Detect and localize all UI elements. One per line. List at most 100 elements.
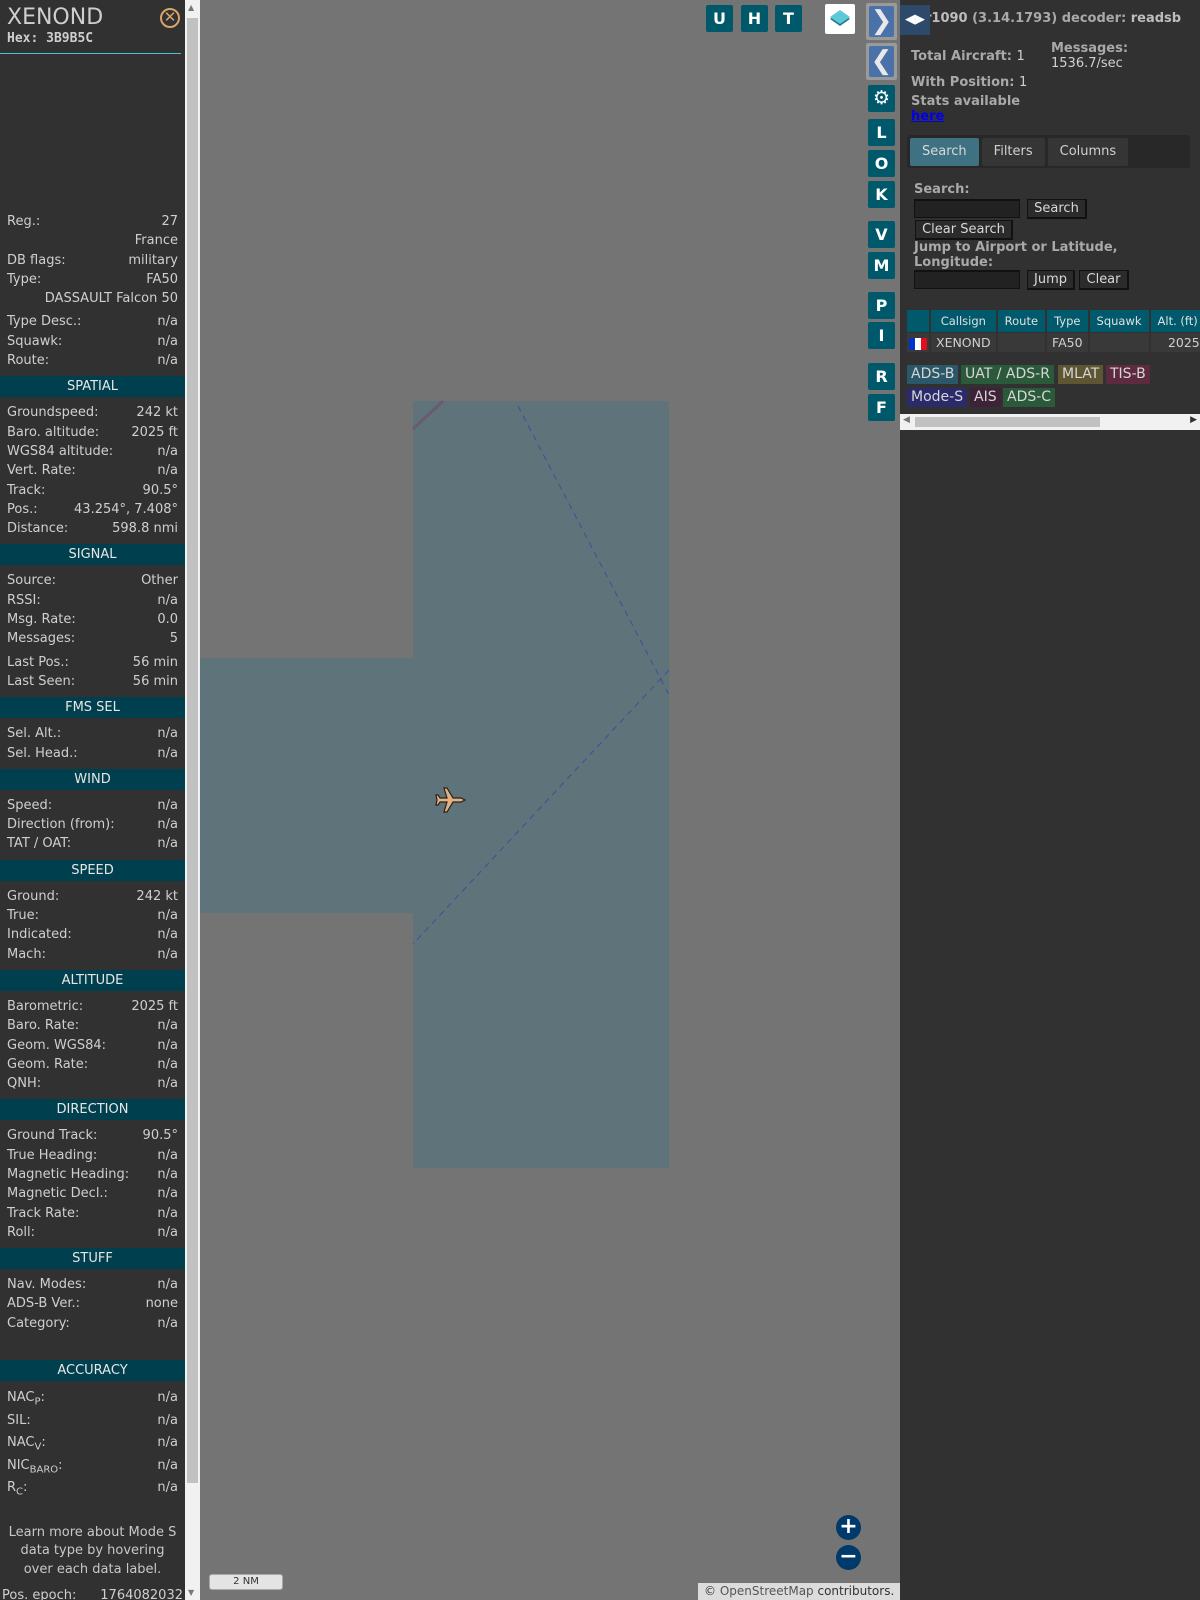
detail-value: 5 — [169, 631, 178, 647]
detail-row-magnetic-heading: Magnetic Heading: n/a — [0, 1165, 185, 1184]
aircraft-detail-panel: XENOND Hex: 3B9B5C ✕ Reg.: 27 France DB fla… — [0, 0, 185, 1600]
map-button-r[interactable]: R — [868, 363, 895, 390]
source-badge-ads-c: ADS-C — [1003, 388, 1056, 407]
column-header-flag[interactable] — [907, 310, 929, 332]
panel-toggle-button[interactable]: ◀▶ — [900, 5, 930, 35]
detail-row-db-flags: DB flags: military — [0, 251, 185, 270]
callsign-link[interactable]: XENOND — [936, 335, 991, 350]
detail-value: 90.5° — [142, 482, 178, 498]
layers-button[interactable] — [825, 4, 855, 34]
map-button-p[interactable]: P — [868, 292, 895, 319]
clear-button[interactable]: Clear — [1079, 270, 1129, 290]
detail-row-geom-rate: Geom. Rate: n/a — [0, 1055, 185, 1074]
map-button-o[interactable]: O — [868, 150, 895, 177]
detail-value: n/a — [157, 1277, 178, 1293]
source-badge-mode-s: Mode-S — [907, 388, 968, 407]
detail-label: Vert. Rate: — [7, 463, 76, 479]
detail-row-type: Type: FA50 — [0, 270, 185, 289]
zoom-out-button[interactable]: − — [836, 1545, 861, 1570]
table-row[interactable]: XENOND FA50 2025 — [907, 333, 1200, 352]
detail-label: True: — [7, 908, 39, 924]
zoom-in-button[interactable]: + — [836, 1515, 861, 1540]
tab-filters[interactable]: Filters — [981, 138, 1045, 166]
detail-row-baro-rate: Baro. Rate: n/a — [0, 1016, 185, 1035]
detail-value: n/a — [157, 908, 178, 924]
detail-row-pos: Pos.: 43.254°, 7.408° — [0, 500, 185, 519]
map-button-t[interactable]: T — [775, 5, 802, 32]
map-lines — [411, 399, 670, 945]
tab-search[interactable]: Search — [910, 138, 979, 166]
help-note: Learn more about Mode S data type by hov… — [8, 1524, 177, 1577]
scrollbar-thumb[interactable] — [915, 417, 1100, 427]
search-input[interactable] — [914, 199, 1020, 218]
column-header-squawk[interactable]: Squawk — [1089, 310, 1149, 332]
detail-row-sel-head: Sel. Head.: n/a — [0, 744, 185, 763]
section-header-accuracy: ACCURACY — [0, 1360, 185, 1382]
label-subscript: C — [16, 1486, 24, 1498]
detail-label: QNH: — [7, 1076, 42, 1092]
detail-label: Type Desc.: — [7, 314, 82, 330]
messages-rate: Messages: 1536.7/sec — [1051, 41, 1129, 71]
detail-value: n/a — [157, 1457, 178, 1473]
detail-value: DASSAULT Falcon 50 — [44, 291, 178, 307]
map-button-i[interactable]: I — [868, 322, 895, 349]
detail-row-rssi: RSSI: n/a — [0, 591, 185, 610]
detail-value: n/a — [157, 1480, 178, 1496]
detail-label: Sel. Alt.: — [7, 726, 62, 742]
decoder-link[interactable]: readsb — [1131, 11, 1181, 26]
detail-rows: Reg.: 27 France DB flags: military Type: FA50 D… — [0, 212, 185, 1600]
settings-button[interactable]: ⚙ — [868, 85, 895, 112]
column-header-route[interactable]: Route — [997, 310, 1046, 332]
tab-bar: Search Filters Columns — [907, 135, 1190, 168]
detail-row-distance: Distance: 598.8 nmi — [0, 519, 185, 538]
jump-button[interactable]: Jump — [1027, 270, 1075, 290]
detail-value: n/a — [157, 1056, 178, 1072]
detail-group: Nav. Modes: n/a ADS-B Ver.: none Category: n/… — [0, 1275, 185, 1333]
registration-link[interactable]: 27 — [161, 214, 178, 229]
detail-label: Magnetic Decl.: — [7, 1186, 108, 1202]
detail-label: Sel. Head.: — [7, 745, 78, 761]
detail-value: n/a — [157, 353, 178, 369]
close-icon[interactable]: ✕ — [160, 8, 180, 28]
detail-value: 242 kt — [136, 888, 178, 904]
detail-label: Nav. Modes: — [7, 1277, 87, 1293]
detail-row-direction-from: Direction (from): n/a — [0, 815, 185, 834]
detail-scrollbar[interactable]: ▲ ▼ — [185, 0, 200, 1600]
table-horizontal-scrollbar[interactable]: ◀ ▶ — [900, 414, 1200, 430]
detail-value: 0.0 — [157, 612, 178, 628]
detail-row-nic: NICBARO: n/a — [0, 1455, 185, 1478]
map-button-u[interactable]: U — [706, 5, 733, 32]
osm-link[interactable]: OpenStreetMap — [720, 1584, 814, 1598]
stats-link[interactable]: here — [911, 109, 944, 124]
map-button-v[interactable]: V — [868, 221, 895, 248]
map-button-k[interactable]: K — [868, 181, 895, 208]
detail-row-geom-wgs84: Geom. WGS84: n/a — [0, 1036, 185, 1055]
detail-group: Ground Track: 90.5° True Heading: n/a Magnet… — [0, 1126, 185, 1242]
column-header-alt-ft[interactable]: Alt. (ft) — [1150, 310, 1200, 332]
label-subscript: BARO — [29, 1464, 59, 1476]
map-button-l[interactable]: L — [868, 119, 895, 146]
detail-label: Barometric: — [7, 998, 84, 1014]
detail-label: ADS-B Ver.: — [7, 1296, 80, 1312]
collapse-left-button[interactable]: ❮ — [866, 43, 897, 80]
map-button-h[interactable]: H — [741, 5, 768, 32]
detail-label: Geom. WGS84: — [7, 1037, 107, 1053]
aircraft-marker-icon[interactable] — [435, 787, 467, 813]
jump-input[interactable] — [914, 270, 1020, 289]
column-header-type[interactable]: Type — [1047, 310, 1088, 332]
hex-label: Hex: — [7, 31, 39, 46]
map[interactable]: UHT ❯ ❮ ⚙ LOKVMPIRF + − 2 NM © OpenStree… — [200, 0, 900, 1600]
detail-value: n/a — [157, 1147, 178, 1163]
search-button[interactable]: Search — [1027, 199, 1087, 219]
map-button-f[interactable]: F — [868, 394, 895, 421]
expand-right-button[interactable]: ❯ — [866, 3, 897, 40]
detail-row-ads-b-ver: ADS-B Ver.: none — [0, 1294, 185, 1313]
detail-label: RC: — [7, 1480, 28, 1498]
clear-search-button[interactable]: Clear Search — [915, 220, 1013, 240]
altitude-cell: 2025 — [1150, 333, 1200, 352]
column-header-callsign[interactable]: Callsign — [931, 310, 996, 332]
map-button-m[interactable]: M — [868, 252, 895, 279]
label-subscript: V — [34, 1441, 42, 1453]
scrollbar-thumb[interactable] — [187, 18, 198, 1483]
tab-columns[interactable]: Columns — [1047, 138, 1129, 166]
